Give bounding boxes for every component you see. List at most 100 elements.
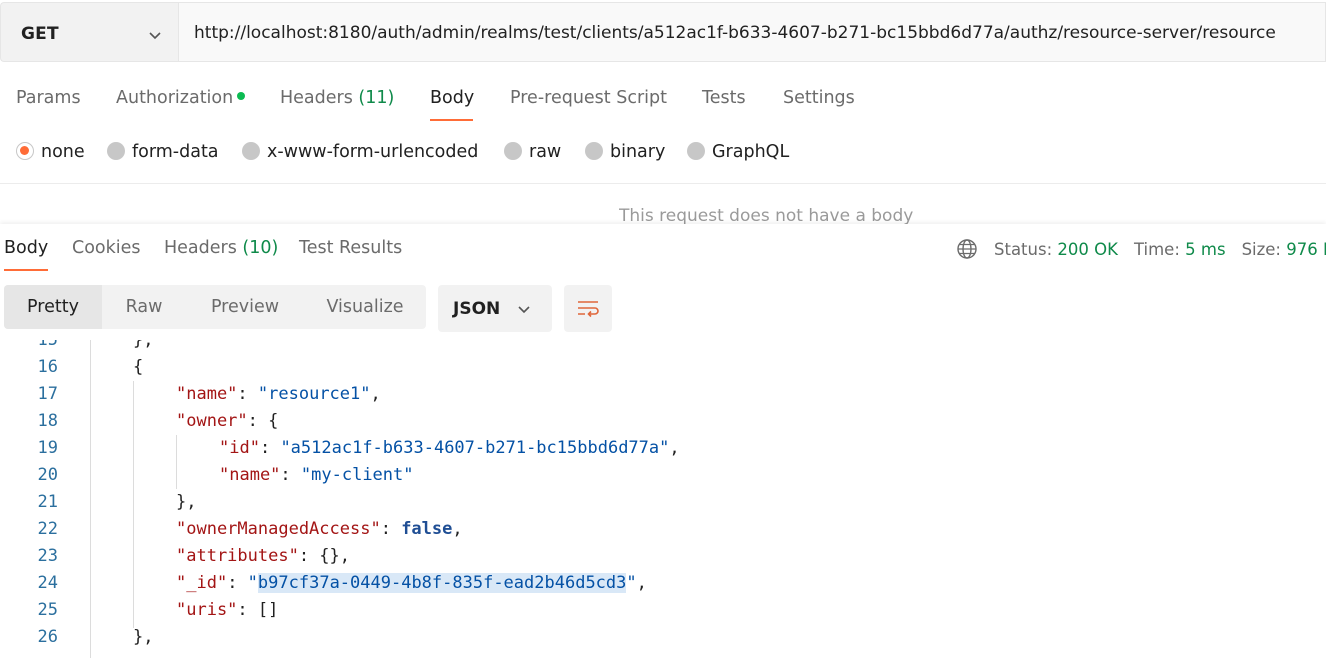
- divider: [0, 183, 1326, 184]
- chevron-down-icon: [518, 306, 530, 314]
- response-body-code[interactable]: 15}, 16{ 17 "name": "resource1", 18 "owner…: [0, 340, 1326, 658]
- radio-raw[interactable]: raw: [504, 142, 561, 162]
- view-pretty-button[interactable]: Pretty: [4, 285, 102, 329]
- view-mode-group: Pretty Raw Preview Visualize: [4, 285, 426, 329]
- status-value[interactable]: 200 OK: [1057, 240, 1118, 259]
- code-line: 16 {: [0, 354, 1326, 381]
- active-tab-indicator: [430, 119, 473, 121]
- method-select[interactable]: GET: [0, 2, 178, 62]
- radio-icon: [504, 142, 522, 160]
- json-string-selected: b97cf37a-0449-4b8f-835f-ead2b46d5cd3: [257, 573, 627, 593]
- json-string: "my-client": [300, 465, 414, 485]
- code-text: {: [133, 357, 144, 377]
- line-number: 24: [37, 573, 58, 593]
- json-key: "id": [219, 438, 260, 458]
- code-text: },: [133, 340, 154, 350]
- line-number: 23: [37, 546, 58, 566]
- json-string: "resource1": [257, 384, 371, 404]
- line-number: 17: [37, 384, 58, 404]
- radio-form-data-label: form-data: [132, 142, 219, 162]
- line-number: 18: [37, 411, 58, 431]
- line-number: 22: [37, 519, 58, 539]
- radio-binary[interactable]: binary: [585, 142, 665, 162]
- code-line: 25 "uris": []: [0, 597, 1326, 624]
- tab-headers[interactable]: Headers (11): [280, 88, 394, 108]
- response-tab-test-results[interactable]: Test Results: [299, 238, 402, 258]
- response-tab-cookies[interactable]: Cookies: [72, 238, 141, 258]
- code-line: 21},: [0, 489, 1326, 516]
- json-key: "owner": [176, 411, 248, 431]
- radio-selected-icon: [16, 142, 34, 160]
- json-string: "a512ac1f-b633-4607-b271-bc15bbd6d77a": [280, 438, 670, 458]
- code-text: },: [176, 492, 197, 512]
- json-string-quote: ": [626, 573, 637, 593]
- tab-settings[interactable]: Settings: [783, 88, 855, 108]
- tab-body[interactable]: Body: [430, 88, 474, 108]
- tab-authorization-label: Authorization: [116, 88, 234, 108]
- body-type-radios: none form-data x-www-form-urlencoded raw…: [0, 140, 1326, 168]
- response-headers-count: (10): [242, 238, 279, 258]
- code-line: 24 "_id": "b97cf37a-0449-4b8f-835f-ead2b4…: [0, 570, 1326, 597]
- radio-binary-label: binary: [610, 142, 666, 162]
- wrap-lines-button[interactable]: [564, 285, 612, 332]
- radio-form-data[interactable]: form-data: [107, 142, 219, 162]
- format-label: JSON: [453, 299, 501, 319]
- line-number: 21: [37, 492, 58, 512]
- method-label: GET: [21, 24, 59, 44]
- url-input[interactable]: http://localhost:8180/auth/admin/realms/…: [178, 2, 1326, 62]
- json-key: "ownerManagedAccess": [176, 519, 381, 539]
- radio-none[interactable]: none: [16, 142, 85, 162]
- view-visualize-button[interactable]: Visualize: [304, 285, 426, 329]
- format-select[interactable]: JSON: [438, 285, 552, 332]
- time-label: Time:: [1133, 240, 1180, 259]
- radio-icon: [242, 142, 260, 160]
- json-string-quote: ": [247, 573, 258, 593]
- code-line: 15},: [0, 340, 1326, 354]
- no-body-message: This request does not have a body: [619, 206, 914, 224]
- view-preview-button[interactable]: Preview: [186, 285, 304, 329]
- time-value[interactable]: 5 ms: [1185, 240, 1225, 259]
- code-line: 22 "ownerManagedAccess": false,: [0, 516, 1326, 543]
- code-line: 23 "attributes": {},: [0, 543, 1326, 570]
- json-key: "name": [219, 465, 281, 485]
- code-line: 18 "owner": {: [0, 408, 1326, 435]
- json-key: "uris": [176, 600, 238, 620]
- json-key: "attributes": [176, 546, 299, 566]
- url-text: http://localhost:8180/auth/admin/realms/…: [194, 23, 1276, 43]
- headers-count: (11): [358, 88, 395, 108]
- line-number: 16: [37, 357, 58, 377]
- response-status: Status: 200 OK Time: 5 ms Size: 976 B: [956, 238, 1326, 260]
- tab-tests[interactable]: Tests: [702, 88, 746, 108]
- tab-headers-label: Headers: [280, 88, 353, 108]
- globe-icon[interactable]: [956, 238, 978, 260]
- line-number: 20: [37, 465, 58, 485]
- line-number: 19: [37, 438, 58, 458]
- tab-prerequest-script[interactable]: Pre-request Script: [510, 88, 667, 108]
- line-number: 15: [37, 340, 58, 350]
- radio-icon: [585, 142, 603, 160]
- size-value[interactable]: 976 B: [1286, 240, 1326, 259]
- radio-urlencoded-label: x-www-form-urlencoded: [267, 142, 479, 162]
- json-boolean: false: [401, 519, 453, 539]
- response-tab-body[interactable]: Body: [4, 238, 48, 258]
- tab-authorization[interactable]: Authorization: [116, 88, 246, 108]
- radio-raw-label: raw: [529, 142, 562, 162]
- code-text: },: [133, 627, 154, 647]
- status-dot-icon: [237, 92, 246, 100]
- request-bar: GET http://localhost:8180/auth/admin/rea…: [0, 0, 1326, 63]
- code-line: 20 "name": "my-client": [0, 462, 1326, 489]
- radio-graphql[interactable]: GraphQL: [687, 142, 789, 162]
- active-response-tab-indicator: [4, 269, 48, 271]
- json-key: "name": [176, 384, 238, 404]
- code-line: 26},: [0, 624, 1326, 651]
- line-number: 26: [37, 627, 58, 647]
- status-label: Status:: [994, 240, 1053, 259]
- view-raw-button[interactable]: Raw: [102, 285, 186, 329]
- response-tab-headers[interactable]: Headers (10): [164, 238, 278, 258]
- line-number: 25: [37, 600, 58, 620]
- size-label: Size:: [1241, 240, 1281, 259]
- radio-urlencoded[interactable]: x-www-form-urlencoded: [242, 142, 478, 162]
- radio-none-label: none: [41, 142, 85, 162]
- radio-graphql-label: GraphQL: [712, 142, 790, 162]
- tab-params[interactable]: Params: [16, 88, 81, 108]
